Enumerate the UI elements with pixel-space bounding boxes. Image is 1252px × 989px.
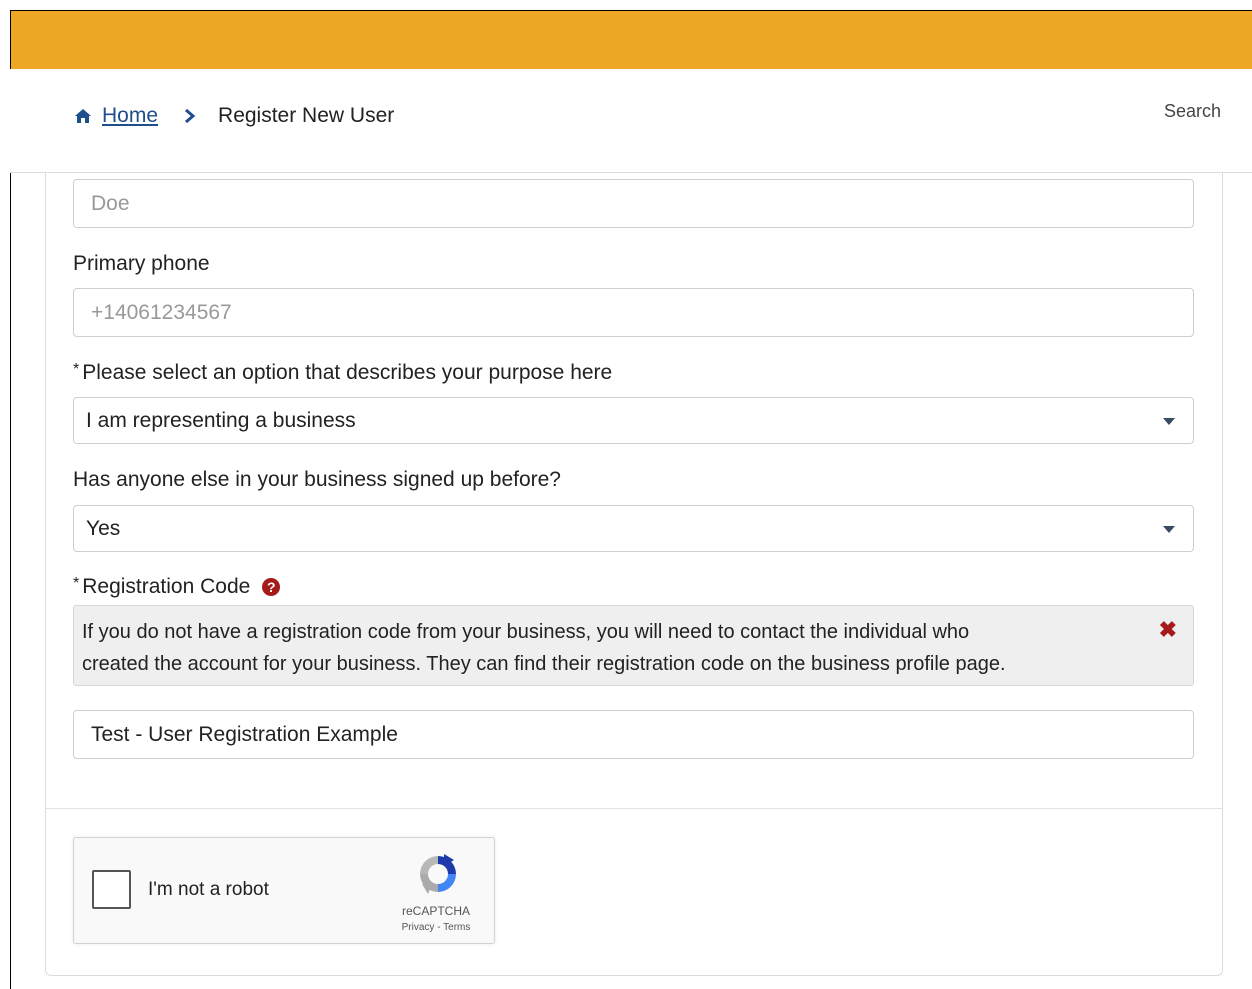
top-accent-bar: [10, 10, 1252, 69]
phone-label: Primary phone: [73, 252, 210, 275]
phone-input[interactable]: +14061234567: [73, 288, 1194, 337]
recaptcha-checkbox[interactable]: [92, 870, 131, 909]
purpose-select[interactable]: I am representing a business: [73, 397, 1194, 444]
caret-down-icon: [1163, 418, 1175, 425]
purpose-label-text: Please select an option that describes y…: [82, 361, 613, 384]
window-edge: [10, 69, 11, 989]
recaptcha-terms-link[interactable]: Privacy - Terms: [391, 922, 481, 933]
breadcrumb: Home Register New User: [74, 104, 394, 128]
registration-code-label: * Registration Code?: [73, 575, 281, 599]
purpose-label: * Please select an option that describes …: [73, 361, 612, 385]
registration-code-input[interactable]: Test - User Registration Example: [73, 710, 1194, 759]
last-name-input[interactable]: Doe: [73, 179, 1194, 228]
info-line-1: If you do not have a registration code f…: [82, 621, 970, 643]
home-icon: [75, 109, 91, 123]
signed-up-before-select[interactable]: Yes: [73, 505, 1194, 552]
search-link[interactable]: Search: [1164, 101, 1221, 122]
close-icon[interactable]: ✖: [1159, 614, 1177, 646]
recaptcha-logo-icon: [420, 854, 456, 894]
registration-code-info-alert: If you do not have a registration code f…: [73, 605, 1194, 686]
section-divider: [46, 808, 1222, 809]
signed-up-before-label: Has anyone else in your business signed …: [73, 468, 561, 491]
recaptcha-brand: reCAPTCHA: [401, 904, 470, 918]
page-header: Home Register New User Search: [10, 69, 1252, 173]
question-circle-icon[interactable]: ?: [262, 578, 281, 596]
chevron-right-icon: [185, 108, 196, 124]
required-mark: *: [73, 361, 80, 378]
info-line-2: created the account for your business. T…: [82, 653, 1006, 675]
breadcrumb-home-link[interactable]: Home: [102, 104, 158, 128]
required-mark: *: [73, 575, 80, 592]
breadcrumb-current: Register New User: [218, 104, 395, 127]
registration-code-label-text: Registration Code: [82, 575, 251, 598]
caret-down-icon: [1163, 526, 1175, 533]
recaptcha-widget: I'm not a robot reCAPTCHA Privacy - Term…: [73, 837, 495, 944]
signed-up-before-selected-value: Yes: [86, 516, 121, 540]
purpose-selected-value: I am representing a business: [86, 408, 356, 432]
recaptcha-label: I'm not a robot: [148, 879, 269, 900]
